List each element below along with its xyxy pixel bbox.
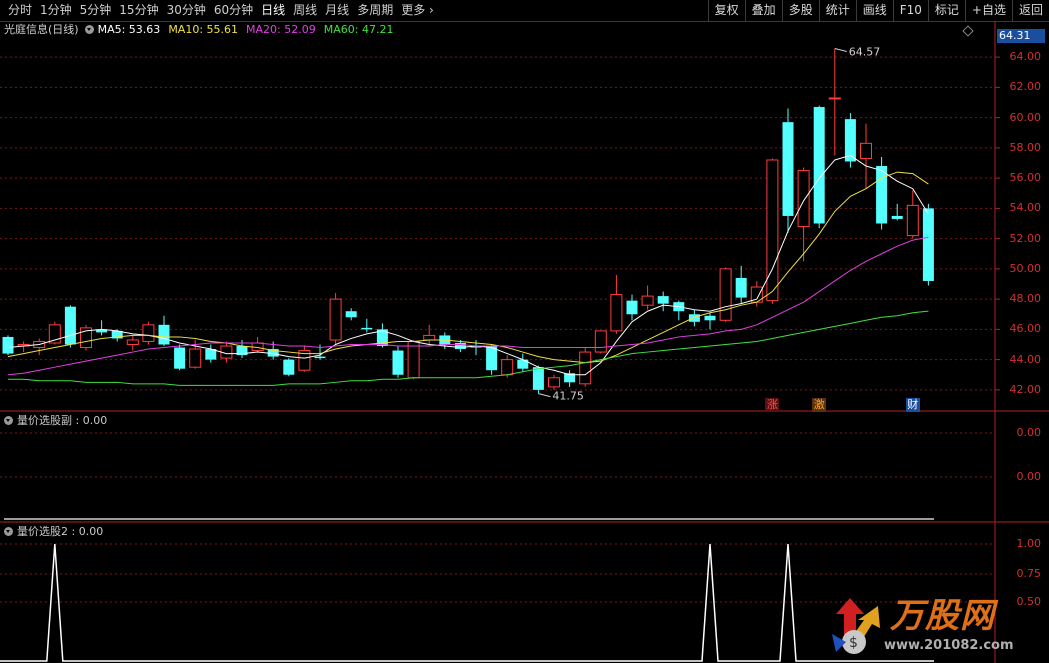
- candle-body: [782, 122, 794, 216]
- candle-body: [329, 298, 342, 341]
- candle-body: [610, 294, 623, 332]
- y-tick-label: 44.00: [1009, 352, 1042, 366]
- candle-body: [641, 295, 654, 306]
- candle-body: [766, 159, 779, 302]
- candle-body: [704, 315, 716, 321]
- collapse-icon[interactable]: [4, 416, 13, 425]
- candle-body: [126, 339, 139, 345]
- y-tick-label: 52.00: [1009, 231, 1042, 245]
- sub-panel-2-label: 量价选股2 : 0.00: [17, 525, 104, 538]
- ma-legend: MA5: 53.63 MA10: 55.61 MA20: 52.09 MA60: 47…: [98, 23, 402, 36]
- y-tick-label: 62.00: [1009, 80, 1042, 94]
- candle-body: [813, 107, 825, 224]
- watermark-name: 万股网: [890, 596, 995, 636]
- event-marker[interactable]: 涨: [765, 398, 780, 412]
- candle-body: [407, 340, 420, 379]
- candle-body: [688, 314, 700, 322]
- y-tick-label: 48.00: [1009, 292, 1042, 306]
- ma-line-ma20: [7, 236, 929, 376]
- y-tick-label: 0.75: [1016, 567, 1042, 580]
- candle-body: [594, 330, 607, 353]
- y-tick-label: 50.00: [1009, 261, 1042, 275]
- ma-label: MA20: 52.09: [246, 23, 316, 36]
- y-tick-label: 54.00: [1009, 201, 1042, 215]
- annotation-label: 64.57: [849, 46, 881, 59]
- candle-body: [876, 166, 888, 224]
- candle-body: [579, 351, 592, 385]
- candle-body: [548, 377, 560, 388]
- main-panel-title: 光庭信息(日线) MA5: 53.63 MA10: 55.61 MA20: 52.09…: [4, 22, 401, 38]
- y-tick-label: 56.00: [1009, 171, 1042, 185]
- sub-panel-1-title: 量价选股副 : 0.00: [4, 413, 107, 429]
- candle-body: [891, 215, 903, 219]
- candle-body: [501, 359, 514, 376]
- sub-panel-2-title: 量价选股2 : 0.00: [4, 524, 103, 540]
- ma-label: MA5: 53.63: [97, 23, 161, 36]
- watermark-logo: $ 万股网 www.201082.com: [828, 584, 1048, 663]
- stock-name: 光庭信息(日线): [4, 23, 79, 36]
- ma-label: MA60: 47.21: [323, 23, 394, 36]
- y-tick-label: 0.00: [1016, 426, 1042, 439]
- sub-panel-1-label: 量价选股副 : 0.00: [17, 414, 108, 427]
- candle-body: [626, 300, 638, 315]
- y-tick-label: 58.00: [1009, 140, 1042, 154]
- candle-body: [64, 306, 76, 345]
- annotation-pointer: [538, 393, 551, 398]
- annotation-pointer: [834, 48, 847, 52]
- candle-body: [486, 346, 498, 371]
- collapse-icon[interactable]: [84, 25, 94, 34]
- candle-body: [174, 347, 186, 369]
- candle-body: [189, 348, 202, 368]
- candle-body: [719, 268, 732, 321]
- candle-body: [423, 334, 436, 341]
- y-tick-label: 1.00: [1016, 537, 1042, 550]
- candle-body: [532, 367, 544, 390]
- candle-body: [454, 342, 466, 350]
- y-tick-label: 60.00: [1009, 110, 1042, 124]
- candle-body: [158, 324, 170, 345]
- candle-body: [142, 324, 155, 342]
- watermark-url: www.201082.com: [884, 638, 1014, 653]
- candle-body: [797, 170, 810, 228]
- logo-icon: $: [832, 598, 880, 654]
- candle-body: [735, 277, 747, 298]
- current-price-tag: 64.31: [997, 29, 1045, 43]
- candle-body: [283, 359, 295, 375]
- annotation-label: 41.75: [552, 390, 584, 403]
- candle-body: [922, 208, 934, 281]
- event-marker[interactable]: 激: [812, 398, 827, 412]
- candle-body: [657, 296, 669, 304]
- candle-body: [314, 356, 326, 359]
- y-tick-label: 0.00: [1016, 470, 1042, 483]
- y-tick-label: 42.00: [1009, 382, 1042, 396]
- svg-text:$: $: [849, 635, 858, 651]
- y-tick-label: 46.00: [1009, 322, 1042, 336]
- ma-label: MA10: 55.61: [168, 23, 239, 36]
- collapse-icon[interactable]: [4, 527, 13, 536]
- y-tick-label: 64.00: [1009, 50, 1042, 64]
- candle-body: [828, 97, 841, 100]
- candle-body: [361, 327, 373, 330]
- candle-body: [2, 336, 14, 354]
- kline-chart: 64.57 41.75: [0, 21, 1049, 663]
- candle-body: [906, 204, 919, 237]
- ma-line-ma60: [8, 310, 929, 386]
- event-marker[interactable]: 财: [905, 398, 920, 412]
- candle-body: [860, 142, 872, 159]
- candle-body: [345, 311, 357, 318]
- candle-body: [392, 350, 404, 375]
